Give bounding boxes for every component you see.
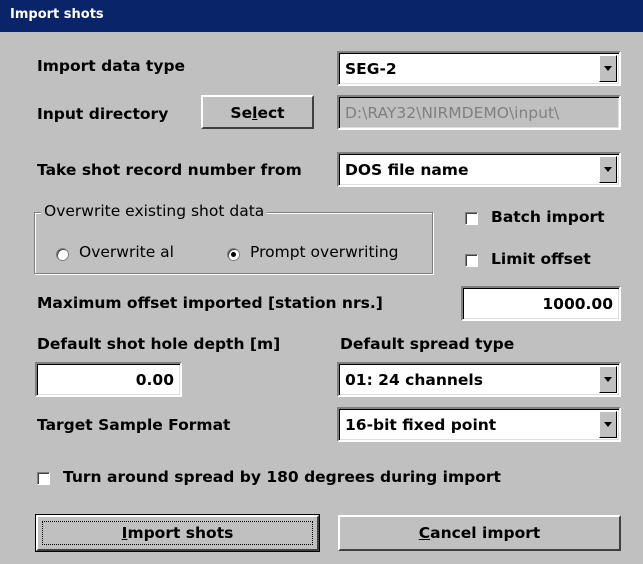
overwrite-all-radio[interactable] bbox=[56, 248, 69, 261]
chevron-down-icon[interactable] bbox=[599, 366, 617, 393]
prompt-overwriting-label[interactable]: Prompt overwriting bbox=[250, 243, 424, 261]
turn-around-checkbox[interactable] bbox=[37, 472, 50, 485]
sample-format-label: Target Sample Format bbox=[37, 416, 231, 434]
cancel-label-rest: ancel import bbox=[430, 524, 541, 542]
shot-record-label: Take shot record number from bbox=[37, 161, 302, 179]
shot-hole-depth-label: Default shot hole depth [m] bbox=[37, 335, 281, 353]
spread-type-value: 01: 24 channels bbox=[345, 371, 483, 389]
overwrite-group-title: Overwrite existing shot data bbox=[41, 202, 268, 220]
batch-import-label[interactable]: Batch import bbox=[491, 208, 605, 226]
limit-offset-label[interactable]: Limit offset bbox=[491, 250, 591, 268]
overwrite-all-label[interactable]: Overwrite al bbox=[79, 243, 174, 261]
select-directory-button[interactable]: Select bbox=[201, 95, 314, 129]
cancel-import-button[interactable]: Cancel import bbox=[338, 515, 621, 551]
input-directory-field[interactable]: D:\RAY32\NIRMDEMO\input\ bbox=[337, 95, 621, 130]
batch-import-checkbox[interactable] bbox=[465, 212, 478, 225]
shot-record-value: DOS file name bbox=[345, 161, 469, 179]
shot-hole-depth-input[interactable]: 0.00 bbox=[35, 362, 182, 397]
import-shots-button[interactable]: Import shots bbox=[35, 514, 320, 552]
import-data-type-label: Import data type bbox=[37, 57, 186, 75]
title-bar: Import shots bbox=[0, 0, 643, 32]
prompt-overwriting-radio[interactable] bbox=[227, 248, 240, 261]
select-label-pre: Se bbox=[230, 104, 253, 122]
select-label-post: ect bbox=[257, 104, 285, 122]
radio-selected-dot bbox=[231, 252, 236, 257]
input-directory-label: Input directory bbox=[37, 105, 169, 123]
max-offset-value: 1000.00 bbox=[542, 295, 613, 313]
sample-format-select[interactable]: 16-bit fixed point bbox=[337, 407, 621, 442]
spread-type-select[interactable]: 01: 24 channels bbox=[337, 362, 621, 397]
input-directory-path: D:\RAY32\NIRMDEMO\input\ bbox=[345, 104, 560, 122]
max-offset-label: Maximum offset imported [station nrs.] bbox=[37, 294, 383, 312]
import-data-type-value: SEG-2 bbox=[345, 60, 397, 78]
max-offset-input[interactable]: 1000.00 bbox=[461, 286, 621, 321]
window-title: Import shots bbox=[10, 7, 104, 22]
import-label-rest: mport shots bbox=[127, 524, 234, 542]
shot-record-select[interactable]: DOS file name bbox=[337, 152, 621, 187]
spread-type-label: Default spread type bbox=[340, 335, 515, 353]
sample-format-value: 16-bit fixed point bbox=[345, 416, 497, 434]
turn-around-label[interactable]: Turn around spread by 180 degrees during… bbox=[63, 468, 501, 486]
chevron-down-icon[interactable] bbox=[599, 55, 617, 82]
import-data-type-select[interactable]: SEG-2 bbox=[337, 51, 621, 86]
chevron-down-icon[interactable] bbox=[599, 156, 617, 183]
cancel-underline-letter: C bbox=[418, 524, 431, 542]
limit-offset-checkbox[interactable] bbox=[465, 254, 478, 267]
shot-hole-depth-value: 0.00 bbox=[135, 371, 174, 389]
chevron-down-icon[interactable] bbox=[599, 411, 617, 438]
